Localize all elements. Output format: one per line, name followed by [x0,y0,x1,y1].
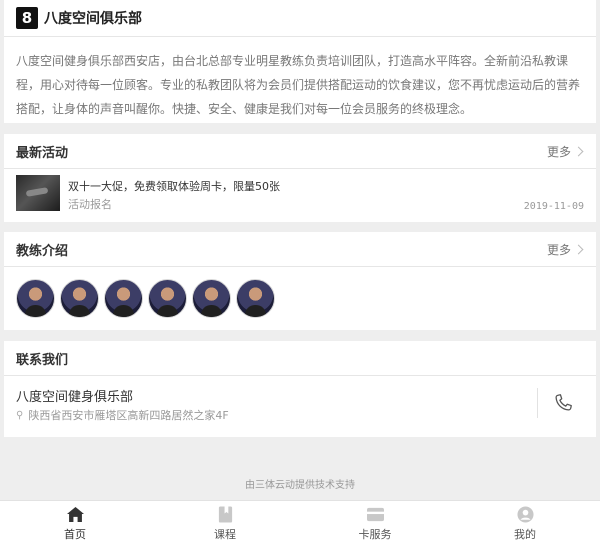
chevron-right-icon [573,244,584,254]
coach-avatar[interactable] [16,279,55,318]
activity-header: 最新活动 更多 [4,134,596,169]
more-label: 更多 [546,144,571,159]
contact-divider [537,388,538,418]
coach-avatar[interactable] [236,279,275,318]
tab-card-service[interactable]: 卡服务 [300,501,450,546]
coaches-more-link[interactable]: 更多 [546,241,584,258]
contact-address-text: 陕西省西安市雁塔区高新四路居然之家4F [28,409,229,422]
location-pin-icon: ⚲ [16,409,24,421]
coach-avatar-list [4,267,596,318]
coaches-title: 教练介绍 [16,243,69,259]
club-intro: 八度空间健身俱乐部西安店，由台北总部专业明星教练负责培训团队，打造高水平阵容。全… [16,54,581,116]
activity-item[interactable]: 双十一大促，免费领取体验周卡，限量50张 活动报名 2019-11-09 [4,169,596,224]
club-name: 八度空间俱乐部 [44,11,142,27]
card-icon [366,507,384,521]
contact-header: 联系我们 [4,341,596,376]
tab-mine[interactable]: 我的 [450,501,600,546]
club-header: 8 八度空间俱乐部 [4,0,596,37]
coach-avatar[interactable] [148,279,187,318]
activity-card: 最新活动 更多 双十一大促，免费领取体验周卡，限量50张 活动报名 2019-1… [4,134,596,222]
activity-item-title: 双十一大促，免费领取体验周卡，限量50张 [68,180,280,193]
powered-by-text: 由三体云动提供技术支持 [245,480,355,491]
tab-mine-label: 我的 [514,527,536,541]
more-label: 更多 [546,242,571,257]
coaches-header: 教练介绍 更多 [4,232,596,267]
tab-courses-label: 课程 [214,527,236,541]
contact-name: 八度空间健身俱乐部 [16,390,134,405]
phone-icon[interactable] [552,392,574,414]
tab-card-service-label: 卡服务 [358,527,392,541]
home-icon [66,506,84,522]
contact-body: 八度空间健身俱乐部 ⚲ 陕西省西安市雁塔区高新四路居然之家4F [4,376,596,436]
tab-home-label: 首页 [64,527,86,541]
tab-courses[interactable]: 课程 [150,501,300,546]
user-icon [516,505,534,523]
coach-avatar[interactable] [192,279,231,318]
tab-home[interactable]: 首页 [0,501,150,546]
chevron-right-icon [573,146,584,156]
activity-title: 最新活动 [16,145,69,161]
activity-item-date: 2019-11-09 [523,201,584,212]
activity-thumbnail [16,175,60,211]
club-logo: 8 [16,7,38,29]
contact-card: 联系我们 八度空间健身俱乐部 ⚲ 陕西省西安市雁塔区高新四路居然之家4F [4,341,596,437]
contact-title: 联系我们 [16,352,69,368]
bottom-tab-bar: 首页 课程 卡服务 我的 [0,500,600,546]
club-info-card: 8 八度空间俱乐部 八度空间健身俱乐部西安店，由台北总部专业明星教练负责培训团队… [4,0,596,123]
contact-address[interactable]: ⚲ 陕西省西安市雁塔区高新四路居然之家4F [16,407,229,423]
coach-avatar[interactable] [104,279,143,318]
activity-more-link[interactable]: 更多 [546,143,584,160]
coach-avatar[interactable] [60,279,99,318]
coaches-card: 教练介绍 更多 [4,232,596,330]
activity-item-subtitle: 活动报名 [68,198,112,211]
book-icon [218,505,232,523]
